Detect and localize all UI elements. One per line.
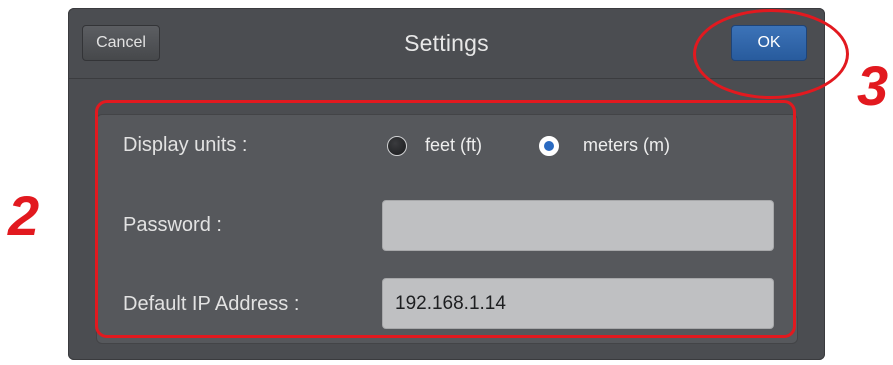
feet-radio-label[interactable]: feet (ft) <box>425 135 482 156</box>
display-units-label: Display units : <box>123 134 248 156</box>
callout-number-2: 2 <box>8 184 40 247</box>
password-label: Password : <box>123 214 222 236</box>
dialog-header: Cancel Settings OK <box>68 8 825 79</box>
settings-dialog: Cancel Settings OK Display units : feet … <box>68 8 825 360</box>
meters-radio[interactable] <box>539 136 559 156</box>
feet-radio[interactable] <box>387 136 407 156</box>
screenshot-stage: Cancel Settings OK Display units : feet … <box>0 0 893 365</box>
dialog-title: Settings <box>404 30 489 56</box>
password-field[interactable] <box>382 200 774 251</box>
ok-button[interactable]: OK <box>731 25 807 61</box>
callout-number-3: 3 <box>857 54 889 117</box>
default-ip-label: Default IP Address : <box>123 293 300 315</box>
default-ip-field[interactable]: 192.168.1.14 <box>382 278 774 329</box>
meters-radio-label[interactable]: meters (m) <box>583 135 670 156</box>
settings-panel: Display units : feet (ft) meters (m) Pas… <box>96 114 798 344</box>
